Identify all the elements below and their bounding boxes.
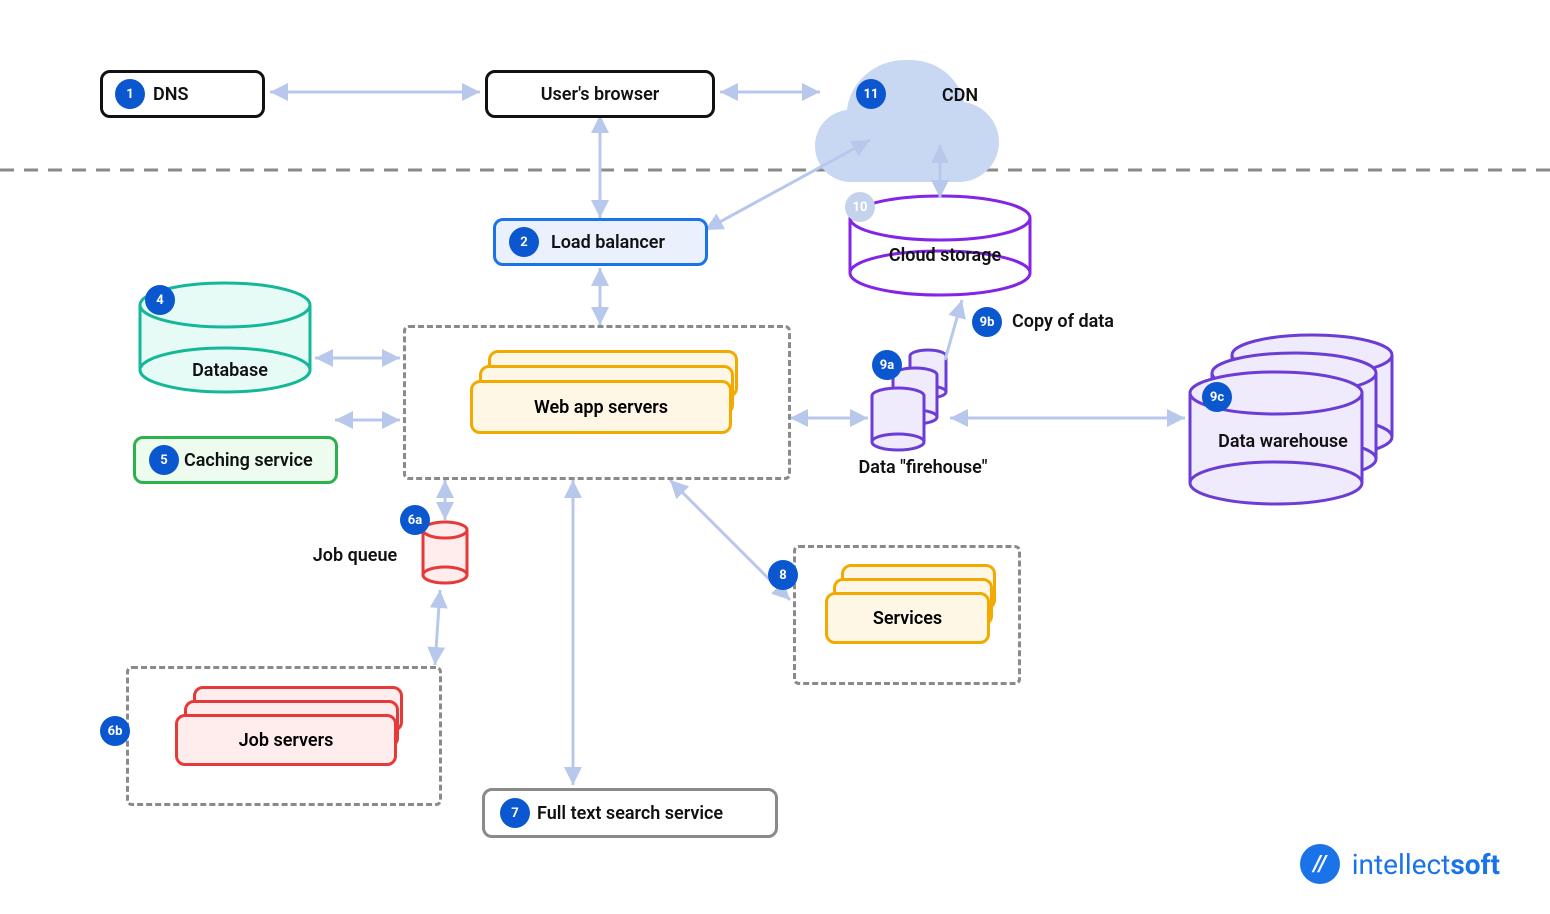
badge-6b: 6b — [100, 716, 130, 746]
badge-5: 5 — [149, 445, 179, 475]
full-text-label: Full text search service — [537, 803, 723, 824]
database-label: Database — [192, 360, 268, 381]
cdn-node: CDN — [920, 80, 1000, 110]
database-node: Database — [180, 355, 280, 385]
badge-9a: 9a — [872, 350, 902, 380]
copy-of-data-label: Copy of data — [1012, 311, 1114, 332]
badge-9b: 9b — [972, 307, 1002, 337]
warehouse-label: Data warehouse — [1218, 431, 1348, 452]
badge-10: 10 — [845, 192, 875, 222]
badge-8: 8 — [768, 560, 798, 590]
badge-7: 7 — [500, 798, 530, 828]
badge-1: 1 — [115, 79, 145, 109]
web-app-stack: Web app servers — [470, 350, 760, 460]
web-app-label: Web app servers — [534, 397, 668, 418]
brand-logo: // intellectsoft — [1300, 844, 1500, 884]
firehose-label-wrap: Data "firehouse" — [838, 452, 1008, 482]
badge-9c: 9c — [1202, 382, 1232, 412]
job-servers-stack: Job servers — [175, 686, 425, 786]
browser-node: User's browser — [485, 70, 715, 118]
warehouse-label-wrap: Data warehouse — [1198, 426, 1368, 456]
load-balancer-label: Load balancer — [551, 232, 665, 253]
badge-2: 2 — [509, 227, 539, 257]
caching-label: Caching service — [184, 450, 313, 471]
logo-brand: intellect — [1352, 848, 1451, 881]
job-servers-label: Job servers — [239, 730, 334, 751]
badge-6a: 6a — [400, 505, 430, 535]
cloud-storage-label: Cloud storage — [889, 245, 1001, 266]
copy-of-data-label-wrap: Copy of data — [1012, 306, 1152, 336]
firehose-label: Data "firehouse" — [859, 457, 988, 478]
logo-suffix: soft — [1450, 848, 1500, 881]
browser-label: User's browser — [541, 84, 660, 105]
job-queue-label: Job queue — [313, 545, 397, 566]
badge-4: 4 — [145, 285, 175, 315]
services-label: Services — [873, 608, 942, 629]
logo-mark-icon: // — [1300, 844, 1340, 884]
dns-label: DNS — [153, 84, 188, 105]
services-stack: Services — [825, 564, 1005, 664]
cloud-storage-node: Cloud storage — [875, 240, 1015, 270]
badge-11: 11 — [856, 79, 886, 109]
cdn-label: CDN — [942, 85, 978, 106]
job-queue-label-wrap: Job queue — [300, 540, 410, 570]
